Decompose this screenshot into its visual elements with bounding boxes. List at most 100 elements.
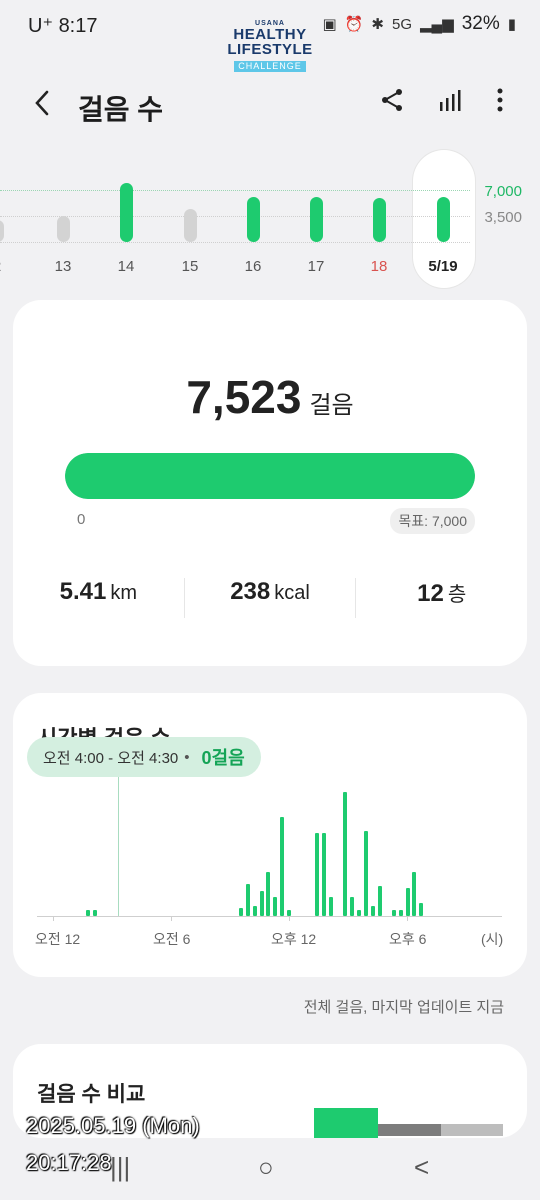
hourly-bar[interactable] (363, 830, 368, 916)
share-button[interactable] (380, 88, 404, 112)
hourly-tooltip: 오전 4:00 - 오전 4:30 • 0걸음 (27, 737, 261, 777)
day-label: 14 (117, 258, 135, 275)
goal-gridline (0, 190, 470, 191)
compare-bar-avg (378, 1124, 441, 1136)
weekly-steps-chart[interactable]: 7,000 3,500 2 13 14 15 16 17 18 5/19 (0, 150, 540, 290)
hourly-bar[interactable] (329, 896, 334, 916)
goal-badge: 목표: 7,000 (390, 508, 475, 534)
compare-title: 걸음 수 비교 (37, 1083, 146, 1106)
hourly-steps-card[interactable]: 시간별 걸음 수 오전 4:00 - 오전 4:30 • 0걸음 오전 12오전… (13, 693, 527, 977)
notification-icon: ▣ (322, 16, 337, 33)
hourly-axis-label: 오전 6 (153, 931, 191, 947)
hourly-bar[interactable] (322, 833, 327, 916)
header-actions (380, 88, 504, 112)
signal-icon: ▂▄▆ (420, 16, 454, 33)
stats-button[interactable] (438, 88, 462, 112)
day-label: 18 (370, 258, 388, 275)
day-label: 13 (54, 258, 72, 275)
system-nav-bar: ||| ○ < (0, 1144, 540, 1200)
tooltip-pointer-line (118, 777, 119, 917)
bluetooth-icon: ✱ (371, 16, 384, 33)
nav-back-button[interactable]: < (414, 1152, 429, 1183)
update-footnote: 전체 걸음, 마지막 업데이트 지금 (303, 999, 504, 1016)
battery-icon: ▮ (507, 16, 516, 33)
hourly-bar[interactable] (315, 833, 320, 916)
hourly-bar[interactable] (85, 909, 90, 916)
goal-progress-bar (65, 453, 475, 499)
hourly-bar[interactable] (419, 903, 424, 916)
steps-value: 7,523 (186, 371, 302, 423)
hourly-bar[interactable] (252, 905, 257, 916)
hourly-bar[interactable] (349, 896, 354, 916)
bar-chart-icon (440, 90, 461, 111)
hourly-bar[interactable] (398, 909, 403, 916)
day-bar[interactable] (120, 183, 133, 242)
more-options-button[interactable] (496, 88, 504, 112)
chevron-left-icon (35, 90, 49, 116)
hourly-axis-tick (289, 916, 290, 921)
day-label: 2 (0, 258, 17, 275)
challenge-logo: USANA HEALTHY LIFESTYLE CHALLENGE (227, 20, 313, 72)
hourly-axis-line (37, 916, 502, 917)
hourly-bar[interactable] (245, 884, 250, 916)
goal-line-label: 7,000 (484, 183, 522, 200)
page-title: 걸음 수 (78, 94, 164, 125)
tooltip-value: 0걸음 (201, 748, 245, 768)
hourly-bar[interactable] (405, 888, 410, 916)
stats-row: 5.41 km 238 kcal 12 층 (13, 578, 527, 618)
status-left: U⁺ 8:17 (28, 13, 98, 38)
hourly-bar[interactable] (259, 890, 264, 916)
day-bar[interactable] (247, 196, 260, 242)
home-button[interactable]: ○ (258, 1152, 274, 1183)
day-bar[interactable] (57, 216, 70, 242)
recent-apps-button[interactable]: ||| (110, 1152, 130, 1183)
distance-stat: 5.41 km (13, 578, 185, 618)
hourly-bar[interactable] (92, 909, 97, 916)
half-gridline (0, 216, 470, 217)
day-bar[interactable] (0, 219, 4, 242)
hourly-axis-tick (53, 916, 54, 921)
floors-stat: 12 층 (417, 580, 467, 607)
network-label: 5G (391, 15, 412, 33)
day-bar[interactable] (373, 198, 386, 242)
hourly-bar[interactable] (356, 909, 361, 916)
compare-bar-other (441, 1124, 503, 1136)
day-label: 15 (181, 258, 199, 275)
hourly-axis-tick (171, 916, 172, 921)
goal-progress-fill (65, 453, 475, 499)
back-button[interactable] (32, 88, 52, 126)
calories-stat: 238 kcal (185, 578, 357, 618)
half-line-label: 3,500 (484, 209, 522, 226)
tooltip-range: 오전 4:00 - 오전 4:30 (43, 749, 179, 767)
day-label: 16 (244, 258, 262, 275)
more-vertical-icon (497, 88, 503, 112)
hourly-bar[interactable] (280, 816, 285, 916)
hourly-bar[interactable] (238, 908, 243, 916)
steps-total: 7,523 걸음 (13, 370, 527, 424)
hourly-bar[interactable] (377, 885, 382, 916)
hourly-axis-label: 오후 12 (271, 931, 317, 947)
hourly-bar[interactable] (266, 871, 271, 916)
hourly-bar[interactable] (391, 909, 396, 916)
tooltip-separator: • (184, 748, 190, 766)
base-gridline (0, 242, 470, 243)
steps-unit: 걸음 (309, 392, 354, 419)
status-right: ▣ ⏰ ✱ 5G ▂▄▆ 32% ▮ (323, 13, 516, 35)
hourly-bar[interactable] (342, 791, 347, 916)
day-label: 5/19 (428, 258, 458, 275)
hourly-axis-label: (시) (481, 931, 504, 947)
carrier-label: U⁺ (28, 15, 53, 37)
day-bar[interactable] (310, 196, 323, 242)
hourly-axis-label: 오후 6 (389, 931, 427, 947)
day-bar[interactable] (184, 209, 197, 242)
day-bar[interactable] (437, 196, 450, 242)
compare-bar-you (314, 1108, 378, 1138)
app-header: 걸음 수 (0, 70, 540, 140)
progress-min-label: 0 (77, 511, 86, 528)
summary-card: 7,523 걸음 0 목표: 7,000 5.41 km 238 kcal 12 층 (13, 300, 527, 666)
hourly-axis-label: 오전 12 (35, 931, 81, 947)
clock: 8:17 (58, 15, 98, 37)
hourly-bar[interactable] (412, 871, 417, 916)
hourly-bar[interactable] (370, 905, 375, 916)
hourly-bar[interactable] (273, 896, 278, 916)
